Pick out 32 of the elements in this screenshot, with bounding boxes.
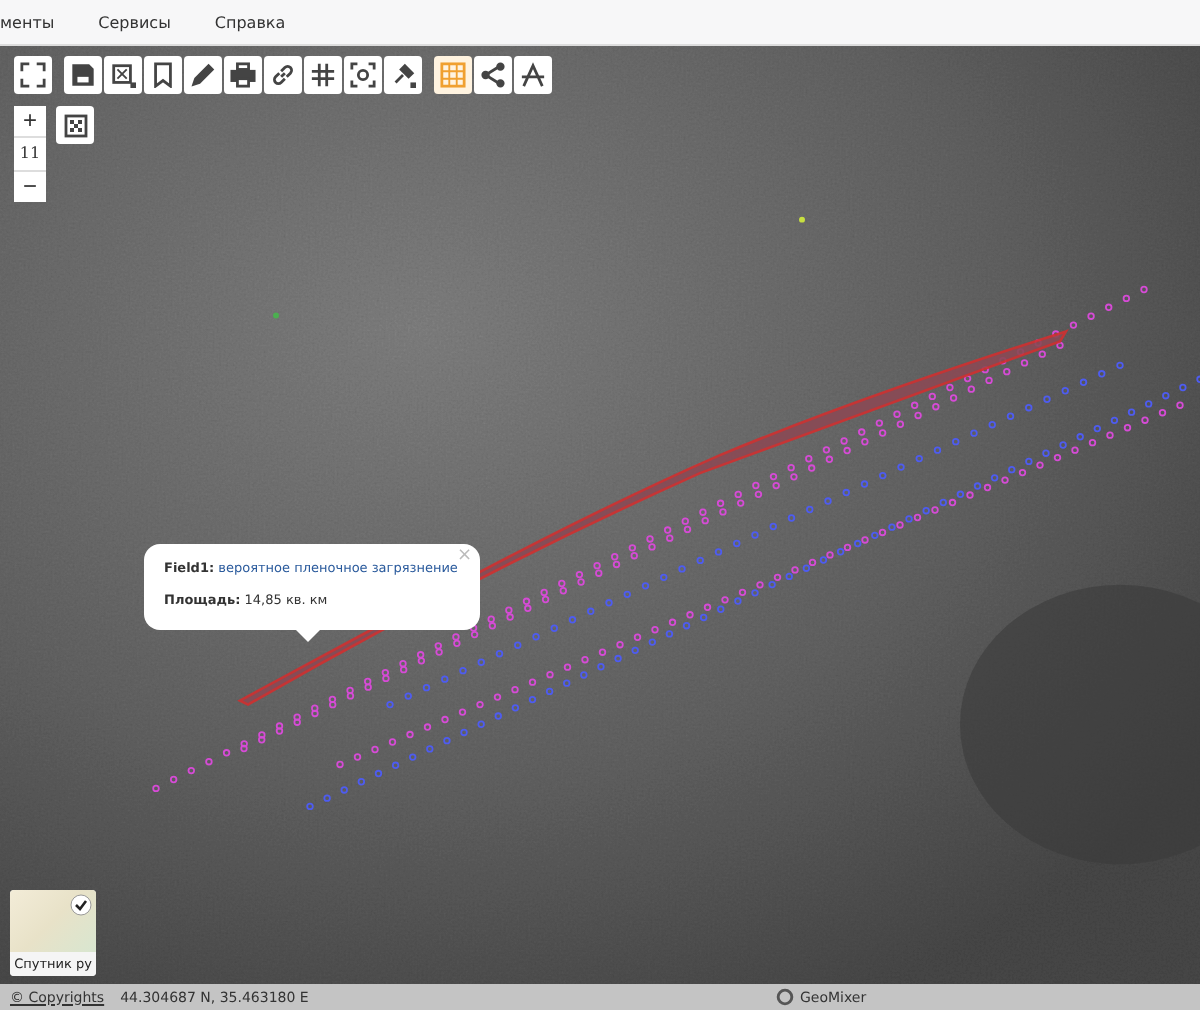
pin-icon: [390, 62, 416, 88]
share-button[interactable]: [474, 56, 512, 94]
print-icon: [230, 62, 256, 88]
layers-button[interactable]: [56, 106, 94, 144]
fullscreen-icon: [20, 62, 46, 88]
zoombox-icon: [350, 62, 376, 88]
pencil-icon: [190, 62, 216, 88]
map-thumbnail: [10, 890, 96, 952]
bookmark-button[interactable]: [144, 56, 182, 94]
hash-icon: [310, 62, 336, 88]
grid-icon: [440, 62, 466, 88]
select-icon: [110, 62, 136, 88]
compass-button[interactable]: [514, 56, 552, 94]
menu-item[interactable]: Справка: [214, 13, 286, 31]
compass-icon: [520, 62, 546, 88]
menu-item[interactable]: менты: [0, 13, 55, 31]
zoombox-button[interactable]: [344, 56, 382, 94]
link-button[interactable]: [264, 56, 302, 94]
checker-icon: [63, 113, 87, 137]
bookmark-icon: [150, 62, 176, 88]
pencil-button[interactable]: [184, 56, 222, 94]
share-icon: [480, 62, 506, 88]
grid-button[interactable]: [304, 56, 342, 94]
select-button[interactable]: [104, 56, 142, 94]
save-button[interactable]: [64, 56, 102, 94]
fullscreen-button[interactable]: [14, 56, 52, 94]
print-button[interactable]: [224, 56, 262, 94]
pin-button[interactable]: [384, 56, 422, 94]
menu-item[interactable]: Сервисы: [98, 13, 171, 31]
save-icon: [70, 62, 96, 88]
link-icon: [270, 62, 296, 88]
logo-icon: [776, 988, 794, 1006]
